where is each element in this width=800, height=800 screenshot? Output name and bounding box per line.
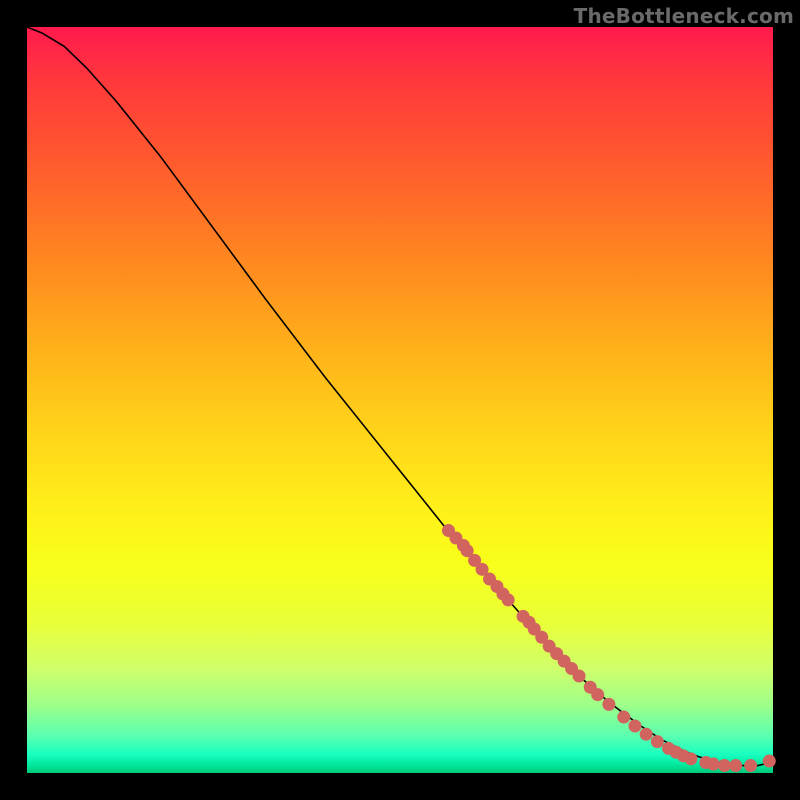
data-point	[602, 698, 615, 711]
data-point	[718, 759, 731, 772]
data-point	[744, 759, 757, 772]
data-markers	[442, 524, 776, 772]
data-point	[573, 670, 586, 683]
curve-line	[27, 27, 773, 766]
data-point	[628, 720, 641, 733]
data-point	[617, 711, 630, 724]
data-point	[591, 688, 604, 701]
data-point	[502, 593, 515, 606]
data-point	[729, 759, 742, 772]
data-point	[763, 755, 776, 768]
chart-stage: TheBottleneck.com	[0, 0, 800, 800]
data-point	[640, 728, 653, 741]
data-point	[684, 752, 697, 765]
chart-svg	[27, 27, 773, 773]
plot-area	[27, 27, 773, 773]
watermark-text: TheBottleneck.com	[574, 4, 794, 28]
data-point	[707, 758, 720, 771]
data-point	[651, 735, 664, 748]
